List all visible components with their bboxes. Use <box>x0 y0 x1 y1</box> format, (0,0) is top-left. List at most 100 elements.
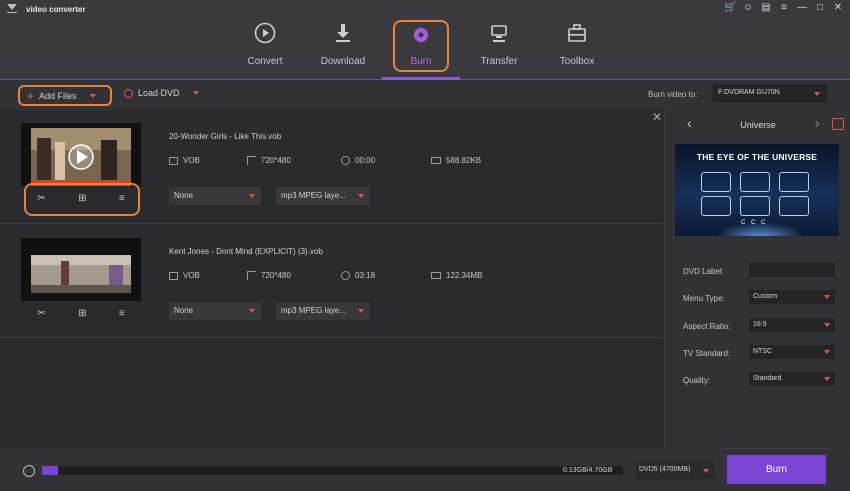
thumbnail-image <box>31 128 131 186</box>
subtitle-select[interactable]: None <box>169 302 261 320</box>
chevron-down-icon <box>358 309 364 313</box>
tab-label: Toolbox <box>559 56 595 67</box>
resolution-icon <box>247 156 256 165</box>
minimize-icon[interactable]: — <box>796 2 808 14</box>
load-dvd-label: Load DVD <box>138 88 180 98</box>
chevron-down-icon <box>249 194 255 198</box>
format-info: VOB <box>169 156 247 165</box>
audio-select[interactable]: mp3 MPEG laye... <box>276 187 370 205</box>
disc-icon <box>414 28 428 42</box>
tab-label: Download <box>320 56 366 67</box>
resolution-icon <box>247 271 256 280</box>
preview-buttons: C C C <box>741 220 768 226</box>
dvd-template-panel: ‹ Universe › THE EYE OF THE UNIVERSE C C… <box>664 110 850 448</box>
download-icon <box>336 24 350 42</box>
maximize-icon[interactable]: □ <box>814 2 826 14</box>
menu-icon[interactable]: ≡ <box>778 2 790 14</box>
chevron-down-icon <box>824 350 830 354</box>
menu-type-label: Menu Type: <box>683 294 725 303</box>
tv-standard-value: NTSC <box>753 348 773 355</box>
chevron-down-icon <box>824 323 830 327</box>
preview-slot <box>779 196 809 216</box>
add-files-button[interactable]: + Add Files <box>18 85 112 106</box>
top-bar: video converter 🛒 ☺ ▤ ≡ — □ ✕ Convert Do… <box>0 0 850 80</box>
bottom-bar: 0.13GB/4.70GB DVD5 (4700MB) Burn <box>0 448 850 491</box>
logo-icon <box>7 4 17 10</box>
menu-type-select[interactable]: Custom <box>749 290 835 304</box>
subtitle-select[interactable]: None <box>169 187 261 205</box>
gift-icon[interactable]: ▤ <box>760 2 772 14</box>
aspect-ratio-select[interactable]: 16:9 <box>749 318 835 332</box>
toolbar: + Add Files Load DVD Burn video to: F:DV… <box>0 80 850 110</box>
size-info: 588.82KB <box>431 156 481 165</box>
template-preview: THE EYE OF THE UNIVERSE C C C <box>675 144 839 236</box>
app-title: video converter <box>26 5 86 14</box>
aspect-ratio-label: Aspect Ratio: <box>683 322 731 331</box>
logo-underline <box>7 12 17 13</box>
audio-value: mp3 MPEG laye... <box>281 306 346 315</box>
disc-type-select[interactable]: DVD5 (4700MB) <box>636 461 714 479</box>
size-info: 122.34MB <box>431 271 482 280</box>
close-icon[interactable]: ✕ <box>832 2 844 14</box>
tv-standard-select[interactable]: NTSC <box>749 345 835 359</box>
chevron-down-icon[interactable] <box>192 91 199 95</box>
resolution-value: 720*480 <box>261 156 291 165</box>
size-value: 588.82KB <box>446 156 482 165</box>
format-value: VOB <box>183 156 200 165</box>
quality-label: Quality: <box>683 376 711 385</box>
edit-template-icon[interactable] <box>832 118 844 130</box>
chevron-down-icon <box>824 377 830 381</box>
window-controls: 🛒 ☺ ▤ ≡ — □ ✕ <box>724 2 844 14</box>
quality-value: Standard <box>753 375 782 382</box>
cart-icon[interactable]: 🛒 <box>724 2 736 14</box>
trim-icon[interactable]: ✂ <box>37 308 45 319</box>
audio-select[interactable]: mp3 MPEG laye... <box>276 302 370 320</box>
tab-download[interactable]: Download <box>304 20 382 72</box>
chevron-down-icon <box>358 194 364 198</box>
aspect-ratio-value: 16:9 <box>753 321 767 328</box>
template-name: Universe <box>740 120 776 130</box>
tv-standard-label: TV Standard: <box>683 349 731 358</box>
file-row: ✂ ⊞ ≡ 20-Wonder Girls - Like This.vob VO… <box>0 110 663 224</box>
alarm-clock-icon[interactable] <box>23 465 35 477</box>
folder-icon <box>431 157 441 164</box>
resolution-value: 720*480 <box>261 271 291 280</box>
crop-icon[interactable]: ⊞ <box>78 308 86 319</box>
disc-usage-fill <box>42 466 59 475</box>
dvd-label-label: DVD Label: <box>683 267 724 276</box>
toolbox-icon <box>568 24 586 42</box>
format-info: VOB <box>169 271 247 280</box>
chevron-right-icon[interactable]: › <box>815 115 820 131</box>
preview-title: THE EYE OF THE UNIVERSE <box>696 152 818 162</box>
tab-burn[interactable]: Burn <box>393 20 449 72</box>
tab-convert[interactable]: Convert <box>226 20 304 72</box>
chevron-down-icon[interactable] <box>89 93 96 98</box>
audio-value: mp3 MPEG laye... <box>281 191 346 200</box>
preview-slot <box>740 196 770 216</box>
film-icon <box>169 156 178 165</box>
tab-toolbox[interactable]: Toolbox <box>538 20 616 72</box>
folder-icon <box>431 272 441 279</box>
tab-transfer[interactable]: Transfer <box>460 20 538 72</box>
burn-to-select[interactable]: F:DVDRAM GU70N <box>713 85 827 102</box>
tab-label: Convert <box>247 56 283 67</box>
user-icon[interactable]: ☺ <box>742 2 754 14</box>
preview-slot <box>740 172 770 192</box>
video-thumbnail[interactable]: ✂ ⊞ ≡ <box>21 238 141 326</box>
disc-type-value: DVD5 (4700MB) <box>639 466 691 473</box>
chevron-down-icon <box>703 469 709 473</box>
load-dvd-button[interactable]: Load DVD <box>124 88 199 98</box>
file-meta: VOB 720*480 03:18 122.34MB <box>169 271 482 280</box>
effects-icon[interactable]: ≡ <box>119 308 125 319</box>
menu-type-value: Custom <box>753 293 778 300</box>
resolution-info: 720*480 <box>247 271 341 280</box>
add-files-label: Add Files <box>39 90 77 101</box>
resolution-info: 720*480 <box>247 156 341 165</box>
file-row: ✂ ⊞ ≡ Kent Jones - Dont Mind (EXPLICIT) … <box>0 224 663 338</box>
preview-slot <box>701 196 731 216</box>
dvd-label-input[interactable] <box>749 263 835 277</box>
transfer-icon <box>491 25 507 42</box>
burn-button[interactable]: Burn <box>727 455 826 484</box>
file-list: ✕ ✂ ⊞ ≡ 20-Wonder Girls - Like This.vob … <box>0 110 663 448</box>
quality-select[interactable]: Standard <box>749 372 835 386</box>
